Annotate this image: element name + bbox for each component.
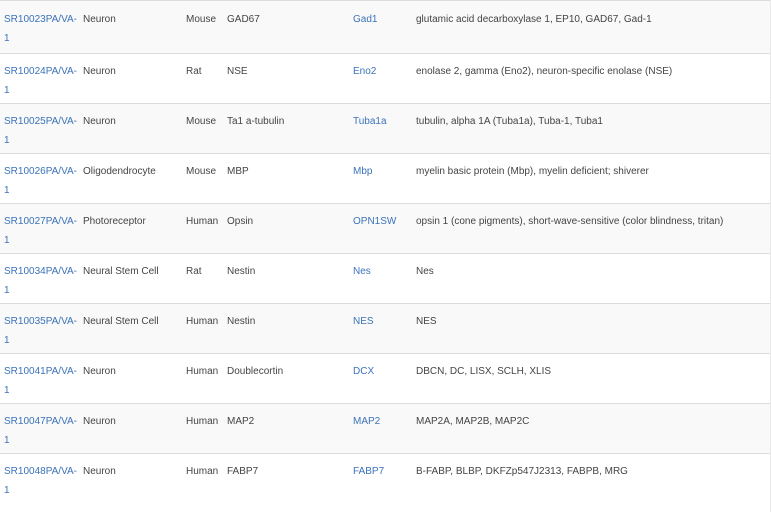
antigen: MAP2 [227, 416, 255, 427]
cell-type: Neural Stem Cell [83, 266, 159, 277]
gene-link[interactable]: Gad1 [353, 10, 377, 29]
species: Human [186, 366, 219, 377]
catalog-number-link[interactable]: SR10047PA/VA-1 [4, 412, 77, 450]
antigen: Doublecortin [227, 366, 284, 377]
gene-aliases: myelin basic protein (Mbp), myelin defic… [416, 166, 649, 177]
cell-type: Neuron [83, 14, 116, 25]
species: Mouse [186, 166, 217, 177]
table-row: SR10048PA/VA-1 Neuron Human FABP7 FABP7 … [0, 454, 771, 506]
cell-type: Neuron [83, 416, 116, 427]
species: Human [186, 316, 219, 327]
table-row: SR10034PA/VA-1 Neural Stem Cell Rat Nest… [0, 254, 771, 304]
catalog-number-link[interactable]: SR10027PA/VA-1 [4, 212, 77, 250]
cell-type: Oligodendrocyte [83, 166, 156, 177]
gene-link[interactable]: MAP2 [353, 412, 380, 431]
antigen: NSE [227, 66, 248, 77]
cell-type: Neuron [83, 366, 116, 377]
gene-aliases: tubulin, alpha 1A (Tuba1a), Tuba-1, Tuba… [416, 116, 603, 127]
catalog-number-link[interactable]: SR10048PA/VA-1 [4, 462, 77, 500]
catalog-number-link[interactable]: SR10041PA/VA-1 [4, 362, 77, 400]
gene-link[interactable]: Tuba1a [353, 112, 387, 131]
gene-aliases: DBCN, DC, LISX, SCLH, XLIS [416, 366, 552, 377]
antigen: Nestin [227, 266, 256, 277]
cell-type: Neuron [83, 466, 116, 477]
gene-link[interactable]: Nes [353, 262, 371, 281]
gene-aliases: opsin 1 (cone pigments), short-wave-sens… [416, 216, 724, 227]
table-row: SR10027PA/VA-1 Photoreceptor Human Opsin… [0, 204, 771, 254]
catalog-number-link[interactable]: SR10024PA/VA-1 [4, 62, 77, 100]
gene-aliases: NES [416, 316, 437, 327]
species: Human [186, 416, 219, 427]
gene-aliases: glutamic acid decarboxylase 1, EP10, GAD… [416, 14, 652, 25]
table-row: SR10025PA/VA-1 Neuron Mouse Ta1 a-tubuli… [0, 104, 771, 154]
gene-link[interactable]: Eno2 [353, 62, 376, 81]
gene-link[interactable]: NES [353, 312, 374, 331]
table-row: SR10023PA/VA-1 Neuron Mouse GAD67 Gad1 g… [0, 0, 771, 54]
antigen: FABP7 [227, 466, 259, 477]
species: Rat [186, 66, 202, 77]
gene-aliases: enolase 2, gamma (Eno2), neuron-specific… [416, 66, 673, 77]
catalog-number-link[interactable]: SR10025PA/VA-1 [4, 112, 77, 150]
gene-aliases: Nes [416, 266, 434, 277]
gene-link[interactable]: DCX [353, 362, 374, 381]
antigen: Opsin [227, 216, 254, 227]
cell-type: Neuron [83, 116, 116, 127]
gene-link[interactable]: Mbp [353, 162, 372, 181]
species: Rat [186, 266, 202, 277]
gene-link[interactable]: FABP7 [353, 462, 384, 481]
antigen: MBP [227, 166, 249, 177]
species: Human [186, 216, 219, 227]
catalog-number-link[interactable]: SR10026PA/VA-1 [4, 162, 77, 200]
antigen: GAD67 [227, 14, 260, 25]
cell-type: Neuron [83, 66, 116, 77]
antigen: Nestin [227, 316, 256, 327]
product-table: SR10023PA/VA-1 Neuron Mouse GAD67 Gad1 g… [0, 0, 771, 512]
gene-aliases: B-FABP, BLBP, DKFZp547J2313, FABPB, MRG [416, 466, 628, 477]
antigen: Ta1 a-tubulin [227, 116, 285, 127]
table-row: SR10024PA/VA-1 Neuron Rat NSE Eno2 enola… [0, 54, 771, 104]
gene-aliases: MAP2A, MAP2B, MAP2C [416, 416, 530, 427]
catalog-number-link[interactable]: SR10034PA/VA-1 [4, 262, 77, 300]
catalog-number-link[interactable]: SR10023PA/VA-1 [4, 10, 77, 48]
cell-type: Neural Stem Cell [83, 316, 159, 327]
table-row: SR10035PA/VA-1 Neural Stem Cell Human Ne… [0, 304, 771, 354]
gene-link[interactable]: OPN1SW [353, 212, 396, 231]
species: Human [186, 466, 219, 477]
table-row: SR10026PA/VA-1 Oligodendrocyte Mouse MBP… [0, 154, 771, 204]
cell-type: Photoreceptor [83, 216, 146, 227]
table-row: SR10041PA/VA-1 Neuron Human Doublecortin… [0, 354, 771, 404]
table-row: SR10047PA/VA-1 Neuron Human MAP2 MAP2 MA… [0, 404, 771, 454]
species: Mouse [186, 116, 217, 127]
catalog-number-link[interactable]: SR10035PA/VA-1 [4, 312, 77, 350]
species: Mouse [186, 14, 217, 25]
